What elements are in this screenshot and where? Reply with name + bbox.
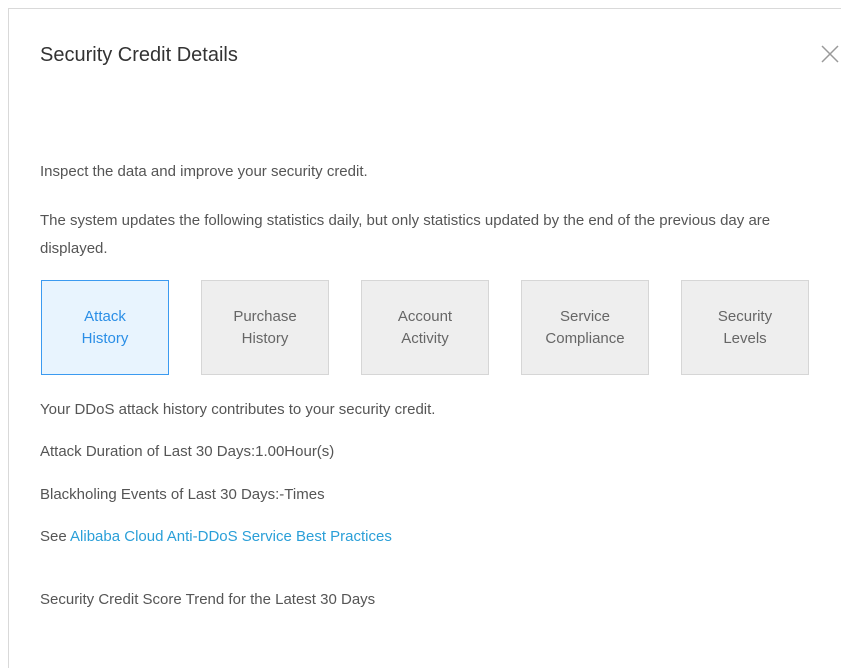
trend-title: Security Credit Score Trend for the Late…	[40, 591, 376, 608]
tab-service-compliance[interactable]: Service Compliance	[521, 280, 649, 375]
tab-purchase-history[interactable]: Purchase History	[201, 280, 329, 375]
blackholing-events: Blackholing Events of Last 30 Days:-Time…	[40, 486, 325, 503]
see-prefix: See	[40, 528, 71, 545]
best-practices-link[interactable]: Alibaba Cloud Anti-DDoS Service Best Pra…	[70, 528, 392, 545]
update-notice: The system updates the following statist…	[40, 212, 771, 257]
tab-label-line2: History	[241, 329, 289, 347]
tab-label-line2: Compliance	[545, 329, 625, 347]
tab-label-line1: Attack	[84, 307, 126, 325]
intro-text: Inspect the data and improve your securi…	[40, 163, 368, 180]
tab-label-line1: Service	[559, 307, 611, 325]
attack-duration: Attack Duration of Last 30 Days:1.00Hour…	[40, 443, 335, 460]
security-credit-dialog: Security Credit Details Inspect the data…	[8, 8, 841, 668]
tab-label-line1: Security	[717, 307, 773, 325]
tab-label-line2: Activity	[401, 329, 449, 347]
contribution-text: Your DDoS attack history contributes to …	[40, 401, 436, 418]
dialog-title: Security Credit Details	[40, 44, 238, 66]
close-icon[interactable]	[819, 43, 841, 65]
tab-attack-history[interactable]: Attack History	[41, 280, 169, 375]
tab-account-activity[interactable]: Account Activity	[361, 280, 489, 375]
tab-security-levels[interactable]: Security Levels	[681, 280, 809, 375]
best-practices-line: See Alibaba Cloud Anti-DDoS Service Best…	[40, 523, 392, 551]
tab-label-line2: Levels	[723, 329, 767, 347]
tab-label-line1: Account	[397, 307, 453, 325]
tab-label-line2: History	[81, 329, 129, 347]
tab-label-line1: Purchase	[233, 307, 297, 325]
